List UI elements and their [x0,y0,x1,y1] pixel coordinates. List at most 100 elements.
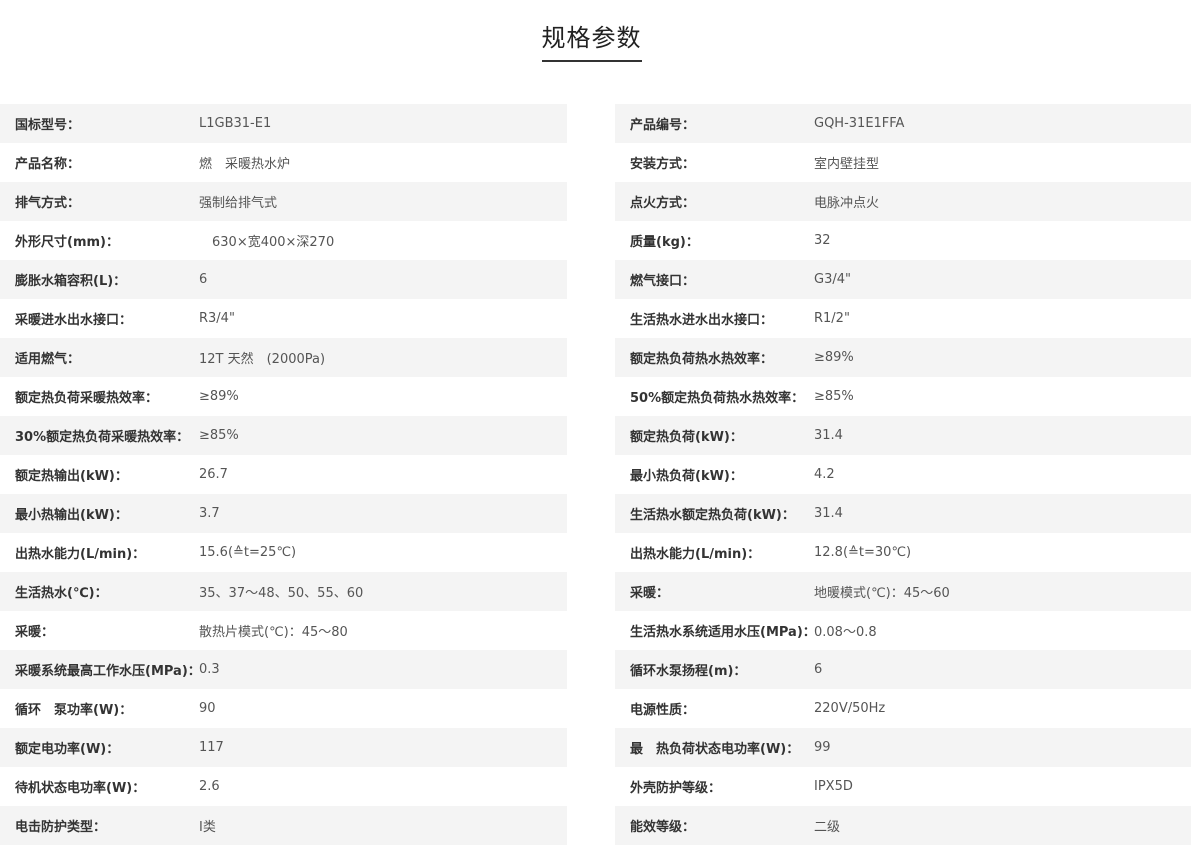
spec-label: 适用燃气： [15,352,81,367]
spec-label: 额定电功率(W)： [15,742,120,757]
spec-value: 强制给排气式 [199,196,278,211]
spec-value: 0.08〜0.8 [814,625,877,640]
spec-value: 630×宽400×深270 [199,235,335,250]
spec-value: 26.7 [199,467,228,482]
spec-value: 室内壁挂型 [814,157,880,172]
spec-label: 国标型号： [15,118,81,133]
spec-label: 质量(kg)： [630,235,699,250]
spec-value: R1/2" [814,311,850,326]
spec-row: 外壳防护等级： IPX5D [615,767,1191,806]
spec-value: 2.6 [199,779,220,794]
spec-label: 采暖： [630,586,670,601]
spec-value: 散热片模式(℃)：45〜80 [199,625,348,640]
spec-value: 0.3 [199,662,220,677]
spec-label: 产品名称： [15,157,81,172]
spec-label: 生活热水进水出水接口： [630,313,774,328]
spec-row: 产品编号： GQH-31E1FFA [615,104,1191,143]
spec-label: 出热水能力(L/min)： [15,547,146,562]
spec-label: 排气方式： [15,196,81,211]
spec-value: 99 [814,740,831,755]
spec-value: 地暖模式(℃)：45〜60 [814,586,950,601]
spec-label: 燃气接口： [630,274,696,289]
spec-label: 采暖： [15,625,55,640]
spec-label: 点火方式： [630,196,696,211]
spec-label: 膨胀水箱容积(L)： [15,274,127,289]
spec-value: G3/4" [814,272,851,287]
spec-label: 安装方式： [630,157,696,172]
spec-row: 燃气接口： G3/4" [615,260,1191,299]
spec-row: 生活热水系统适用水压(MPa)： 0.08〜0.8 [615,611,1191,650]
spec-label: 最小热负荷(kW)： [630,469,743,484]
spec-label: 能效等级： [630,820,696,835]
spec-label: 生活热水(℃)： [15,586,108,601]
spec-value: 90 [199,701,216,716]
spec-label: 额定热输出(kW)： [15,469,128,484]
spec-row: 额定电功率(W)： 117 [0,728,567,767]
spec-row: 额定热负荷(kW)： 31.4 [615,416,1191,455]
spec-row: 生活热水额定热负荷(kW)： 31.4 [615,494,1191,533]
spec-row: 电击防护类型： I类 [0,806,567,845]
spec-label: 循环 泵功率(W)： [15,703,133,718]
spec-row: 国标型号： L1GB31-E1 [0,104,567,143]
page-title: 规格参数 [541,22,642,62]
spec-row: 能效等级： 二级 [615,806,1191,845]
spec-value: GQH-31E1FFA [814,116,905,131]
spec-label: 生活热水系统适用水压(MPa)： [630,625,816,640]
spec-row: 生活热水进水出水接口： R1/2" [615,299,1191,338]
spec-label: 额定热负荷(kW)： [630,430,743,445]
spec-label: 采暖进水出水接口： [15,313,133,328]
spec-table-left: 国标型号： L1GB31-E1 产品名称： 燃 采暖热水炉排气方式： 强制给排气式外形尺… [0,104,567,845]
spec-label: 外形尺寸(mm)： [15,235,119,250]
spec-row: 额定热负荷采暖热效率： ≥89% [0,377,567,416]
spec-row: 50%额定热负荷热水热效率： ≥85% [615,377,1191,416]
spec-value: 3.7 [199,506,220,521]
spec-row: 采暖： 散热片模式(℃)：45〜80 [0,611,567,650]
spec-label: 待机状态电功率(W)： [15,781,146,796]
spec-row: 循环水泵扬程(m)： 6 [615,650,1191,689]
spec-label: 最 热负荷状态电功率(W)： [630,742,800,757]
spec-table-right: 产品编号： GQH-31E1FFA 安装方式： 室内壁挂型点火方式： 电脉冲点火质量(k… [615,104,1191,845]
spec-label: 外壳防护等级： [630,781,722,796]
spec-label: 额定热负荷采暖热效率： [15,391,159,406]
spec-value: 二级 [814,820,841,835]
spec-label: 生活热水额定热负荷(kW)： [630,508,795,523]
spec-value: 220V/50Hz [814,701,886,716]
spec-label: 电击防护类型： [15,820,107,835]
spec-value: 4.2 [814,467,835,482]
spec-row: 额定热输出(kW)： 26.7 [0,455,567,494]
spec-value: 32 [814,233,831,248]
spec-value: 12T 天然 (2000Pa) [199,352,326,367]
spec-row: 采暖： 地暖模式(℃)：45〜60 [615,572,1191,611]
spec-value: 117 [199,740,224,755]
spec-row: 适用燃气： 12T 天然 (2000Pa) [0,338,567,377]
spec-value: 6 [199,272,208,287]
spec-row: 最小热负荷(kW)： 4.2 [615,455,1191,494]
spec-value: R3/4" [199,311,235,326]
spec-value: ≥89% [814,350,854,365]
spec-value: IPX5D [814,779,853,794]
spec-label: 额定热负荷热水热效率： [630,352,774,367]
spec-row: 出热水能力(L/min)： 12.8(≙t=30℃) [615,533,1191,572]
spec-row: 采暖进水出水接口： R3/4" [0,299,567,338]
spec-value: I类 [199,820,216,835]
spec-value: 31.4 [814,428,843,443]
spec-row: 膨胀水箱容积(L)： 6 [0,260,567,299]
spec-label: 循环水泵扬程(m)： [630,664,747,679]
spec-row: 循环 泵功率(W)： 90 [0,689,567,728]
spec-label: 出热水能力(L/min)： [630,547,761,562]
spec-value: ≥89% [199,389,239,404]
spec-label: 30%额定热负荷采暖热效率： [15,430,190,445]
spec-value: 6 [814,662,823,677]
spec-value: ≥85% [199,428,239,443]
spec-row: 产品名称： 燃 采暖热水炉 [0,143,567,182]
spec-row: 排气方式： 强制给排气式 [0,182,567,221]
spec-label: 50%额定热负荷热水热效率： [630,391,805,406]
spec-value: L1GB31-E1 [199,116,272,131]
spec-row: 安装方式： 室内壁挂型 [615,143,1191,182]
spec-row: 待机状态电功率(W)： 2.6 [0,767,567,806]
spec-value: ≥85% [814,389,854,404]
spec-row: 点火方式： 电脉冲点火 [615,182,1191,221]
spec-value: 电脉冲点火 [814,196,880,211]
spec-value: 31.4 [814,506,843,521]
spec-label: 采暖系统最高工作水压(MPa)： [15,664,201,679]
